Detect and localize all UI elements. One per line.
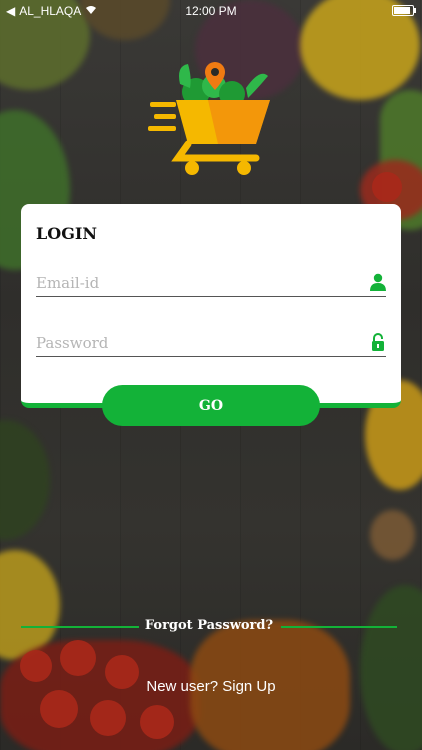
shopping-cart-vegetables-logo: [148, 62, 270, 175]
app-logo: [148, 58, 274, 176]
login-title: LOGIN: [36, 224, 97, 243]
unlock-icon: [370, 333, 386, 351]
password-field: [36, 326, 386, 357]
password-input[interactable]: [36, 334, 356, 352]
go-button[interactable]: GO: [102, 385, 320, 426]
email-input[interactable]: [36, 274, 356, 292]
battery-icon: [392, 5, 416, 16]
forgot-password-link[interactable]: Forgot Password?: [21, 618, 397, 633]
forgot-password-row: Forgot Password?: [21, 616, 397, 638]
login-card: LOGIN: [21, 204, 401, 408]
status-time: 12:00 PM: [185, 4, 237, 18]
user-icon: [370, 273, 386, 291]
status-bar: ◀ AL_HLAQA 12:00 PM: [0, 0, 422, 22]
signup-link[interactable]: New user? Sign Up: [0, 678, 422, 695]
email-field: [36, 266, 386, 297]
